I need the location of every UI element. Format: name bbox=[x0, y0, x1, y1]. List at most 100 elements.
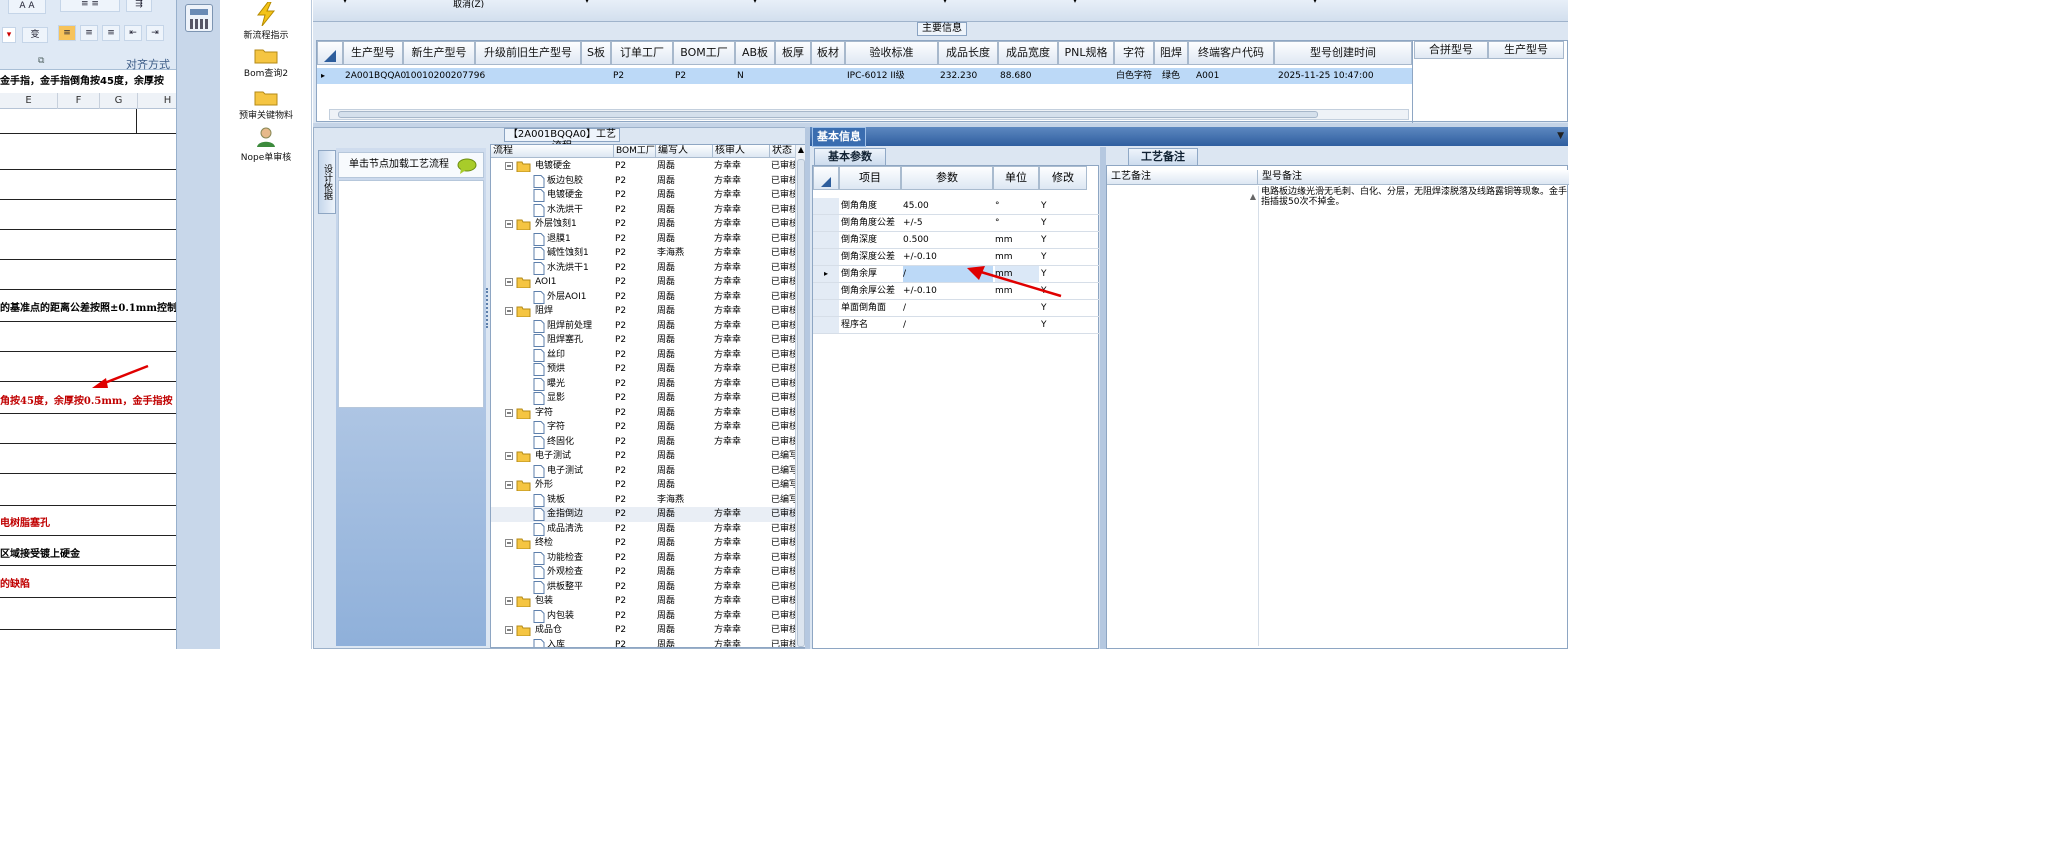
tree-row[interactable]: 丝印 P2 周磊 方幸幸 已审核 bbox=[491, 348, 795, 363]
tree-row[interactable]: 外层蚀刻1 P2 周磊 方幸幸 已审核 bbox=[491, 217, 795, 232]
column-header[interactable]: 终端客户代码 bbox=[1188, 41, 1274, 65]
align-center-button[interactable]: ≡ bbox=[80, 25, 98, 41]
font-color-button[interactable]: ▾ bbox=[2, 27, 16, 43]
dropdown-arrow-icon[interactable]: ▾ bbox=[1073, 0, 1077, 5]
tree-row[interactable]: 曝光 P2 周磊 方幸幸 已审核 bbox=[491, 377, 795, 392]
tree-row[interactable]: 电镀硬金 P2 周磊 方幸幸 已审核 bbox=[491, 188, 795, 203]
table-cell[interactable]: N bbox=[737, 69, 744, 83]
tree-row[interactable]: 字符 P2 周磊 方幸幸 已审核 bbox=[491, 420, 795, 435]
column-header[interactable]: 型号备注 bbox=[1257, 170, 1302, 184]
param-row[interactable]: 程序名 / Y bbox=[813, 317, 1100, 334]
param-item[interactable]: 倒角深度公差 bbox=[841, 249, 901, 265]
column-header[interactable]: 订单工厂 bbox=[611, 41, 673, 65]
tree-row[interactable]: 电镀硬金 P2 周磊 方幸幸 已审核 bbox=[491, 159, 795, 174]
model-remark-text[interactable]: 电路板边缘光滑无毛刺、白化、分层，无阻焊漆脱落及线路露铜等现象。金手指插拔50次… bbox=[1261, 187, 1567, 207]
row-selector[interactable] bbox=[813, 249, 839, 265]
toolbar-item[interactable]: Nope单审核 bbox=[220, 126, 312, 163]
param-value[interactable]: / bbox=[903, 317, 993, 333]
param-value[interactable]: 0.500 bbox=[903, 232, 993, 248]
param-value[interactable]: 45.00 bbox=[903, 198, 993, 214]
column-header[interactable]: 生产型号 bbox=[1488, 41, 1564, 59]
table-row[interactable]: ▸ 2A001BQQA0 10010200207796 P2 P2 N IPC-… bbox=[317, 68, 1412, 84]
column-header[interactable]: AB板 bbox=[735, 41, 775, 65]
scroll-up-icon[interactable]: ▲ bbox=[1250, 192, 1256, 201]
tree-row[interactable]: 阻焊塞孔 P2 周磊 方幸幸 已审核 bbox=[491, 333, 795, 348]
left-tab[interactable]: 设计依据 bbox=[318, 150, 336, 214]
basic-info-tab[interactable]: 基本信息 bbox=[812, 127, 866, 147]
table-cell[interactable]: 88.680 bbox=[1000, 69, 1032, 83]
tree-row[interactable]: 终检 P2 周磊 方幸幸 已审核 bbox=[491, 536, 795, 551]
table-cell[interactable]: IPC-6012 II级 bbox=[847, 69, 905, 83]
align-left-button[interactable]: ≡ bbox=[58, 25, 76, 41]
hint-box[interactable]: 单击节点加载工艺流程 bbox=[338, 152, 484, 178]
document-scrollbar[interactable] bbox=[176, 0, 220, 649]
tree-row[interactable]: 功能检查 P2 周磊 方幸幸 已审核 bbox=[491, 551, 795, 566]
param-modifiable[interactable]: Y bbox=[1041, 317, 1087, 333]
table-cell[interactable]: 白色字符 bbox=[1116, 69, 1152, 83]
tab-process-remarks[interactable]: 工艺备注 bbox=[1128, 148, 1198, 165]
param-modifiable[interactable]: Y bbox=[1041, 215, 1087, 231]
table-cell[interactable]: 绿色 bbox=[1162, 69, 1180, 83]
tree-row[interactable]: 板边包胶 P2 周磊 方幸幸 已审核 bbox=[491, 174, 795, 189]
tree-row[interactable]: 字符 P2 周磊 方幸幸 已审核 bbox=[491, 406, 795, 421]
tree-row[interactable]: 成品清洗 P2 周磊 方幸幸 已审核 bbox=[491, 522, 795, 537]
column-header[interactable]: 参数 bbox=[901, 166, 993, 190]
column-header[interactable]: 板厚 bbox=[775, 41, 811, 65]
column-header[interactable]: 型号创建时间 bbox=[1274, 41, 1412, 65]
column-header[interactable]: 状态 bbox=[769, 145, 792, 157]
column-header[interactable]: 成品宽度 bbox=[998, 41, 1058, 65]
tree-row[interactable]: 阻焊 P2 周磊 方幸幸 已审核 bbox=[491, 304, 795, 319]
toolbar-item[interactable]: 预审关键物料 bbox=[220, 88, 312, 121]
toolbar-item[interactable]: 新流程指示 bbox=[220, 2, 312, 41]
tree-row[interactable]: 金指倒边 P2 周磊 方幸幸 已审核 bbox=[491, 507, 795, 522]
table-cell[interactable]: 2A001BQQA0 bbox=[345, 69, 406, 83]
column-header[interactable]: 合拼型号 bbox=[1414, 41, 1488, 59]
tree-row[interactable]: AOI1 P2 周磊 方幸幸 已审核 bbox=[491, 275, 795, 290]
tree-row[interactable]: 包装 P2 周磊 方幸幸 已审核 bbox=[491, 594, 795, 609]
align-group-top[interactable]: ≡ ≡ bbox=[60, 0, 120, 12]
scroll-thumb[interactable] bbox=[338, 111, 1318, 118]
param-item[interactable]: 倒角角度 bbox=[841, 198, 901, 214]
column-header[interactable]: 验收标准 bbox=[845, 41, 938, 65]
column-header[interactable]: 编写人 bbox=[655, 145, 688, 157]
toolbar-item[interactable]: Bom查询2 bbox=[220, 46, 312, 79]
column-header[interactable]: 工艺备注 bbox=[1111, 170, 1151, 184]
tree-row[interactable]: 终固化 P2 周磊 方幸幸 已审核 bbox=[491, 435, 795, 450]
tree-row[interactable]: 铣板 P2 李海燕 已编写 bbox=[491, 493, 795, 508]
row-selector[interactable] bbox=[813, 300, 839, 316]
tree-row[interactable]: 外层AOI1 P2 周磊 方幸幸 已审核 bbox=[491, 290, 795, 305]
tree-row[interactable]: 碱性蚀刻1 P2 李海燕 方幸幸 已审核 bbox=[491, 246, 795, 261]
column-header[interactable]: 修改 bbox=[1039, 166, 1087, 190]
param-row[interactable]: 倒角深度 0.500 mm Y bbox=[813, 232, 1100, 249]
param-unit[interactable]: ° bbox=[995, 215, 1039, 231]
dropdown-arrow-icon[interactable]: ▾ bbox=[343, 0, 347, 5]
cancel-menu[interactable]: 取消(Z) bbox=[453, 0, 484, 10]
outdent-button[interactable]: ⇥ bbox=[146, 25, 164, 41]
table-cell[interactable]: 2025-11-25 10:47:00 bbox=[1278, 69, 1374, 83]
param-item[interactable]: 倒角余厚公差 bbox=[841, 283, 901, 299]
param-item[interactable]: 倒角深度 bbox=[841, 232, 901, 248]
tab-basic-params[interactable]: 基本参数 bbox=[814, 148, 886, 165]
column-header[interactable]: 升级前旧生产型号 bbox=[475, 41, 581, 65]
column-header[interactable]: BOM工厂 bbox=[673, 41, 735, 65]
font-size-button[interactable]: A A bbox=[8, 0, 46, 14]
table-cell[interactable]: P2 bbox=[613, 69, 624, 83]
param-item[interactable]: 倒角角度公差 bbox=[841, 215, 901, 231]
tree-row[interactable]: 电子测试 P2 周磊 已编写 bbox=[491, 464, 795, 479]
column-header[interactable]: 流程 bbox=[493, 145, 513, 157]
column-header[interactable]: 字符 bbox=[1114, 41, 1154, 65]
tree-row[interactable]: 成品仓 P2 周磊 方幸幸 已审核 bbox=[491, 623, 795, 638]
column-header[interactable]: 阻焊 bbox=[1154, 41, 1188, 65]
row-selector[interactable] bbox=[813, 215, 839, 231]
column-header[interactable]: 成品长度 bbox=[938, 41, 998, 65]
tree-row[interactable]: 外形 P2 周磊 已编写 bbox=[491, 478, 795, 493]
row-selector[interactable] bbox=[813, 198, 839, 214]
table-cell[interactable]: P2 bbox=[675, 69, 686, 83]
table-cell[interactable]: A001 bbox=[1196, 69, 1219, 83]
table-cell[interactable]: 232.230 bbox=[940, 69, 977, 83]
param-value[interactable]: +/-5 bbox=[903, 215, 993, 231]
tree-row[interactable]: 退膜1 P2 周磊 方幸幸 已审核 bbox=[491, 232, 795, 247]
indent-button[interactable]: ⇤ bbox=[124, 25, 142, 41]
param-row[interactable]: 单面倒角面 / Y bbox=[813, 300, 1100, 317]
param-item[interactable]: 单面倒角面 bbox=[841, 300, 901, 316]
